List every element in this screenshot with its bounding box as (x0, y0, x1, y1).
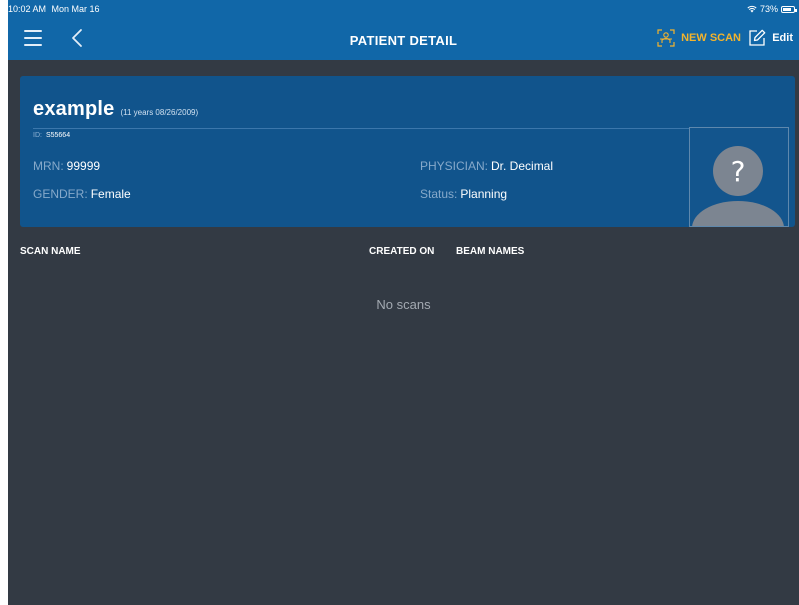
wifi-icon (747, 5, 757, 13)
gender-field: GENDER: Female (33, 187, 131, 201)
patient-id: ID: S55664 (33, 132, 70, 139)
patient-header: example (11 years 08/26/2009) (33, 98, 198, 121)
new-scan-label: NEW SCAN (681, 32, 741, 44)
new-scan-button[interactable]: NEW SCAN (657, 29, 741, 47)
gender-label: GENDER: (33, 187, 88, 201)
status-datetime: 10:02 AM Mon Mar 16 (8, 4, 100, 14)
status-label: Status: (420, 187, 458, 201)
patient-age-dob: (11 years 08/26/2009) (120, 108, 199, 117)
physician-label: PHYSICIAN: (420, 159, 489, 173)
mrn-label: MRN: (33, 159, 64, 173)
status-indicators: 73% (747, 4, 797, 14)
menu-icon (24, 30, 42, 32)
patient-avatar[interactable]: ? (689, 127, 789, 227)
empty-scans-message: No scans (376, 297, 431, 312)
gender-value: Female (90, 187, 131, 201)
edit-button[interactable]: Edit (748, 29, 793, 47)
scans-table-header: SCAN NAME CREATED ON BEAM NAMES (8, 246, 799, 260)
patient-id-value: S55664 (45, 132, 71, 139)
edit-label: Edit (772, 32, 793, 44)
avatar-question-mark: ? (731, 155, 746, 188)
edit-icon (749, 29, 766, 46)
patient-name: example (33, 98, 115, 120)
status-value: Planning (460, 187, 508, 201)
mrn-field: MRN: 99999 (33, 159, 100, 173)
scan-icon (657, 29, 675, 47)
status-date: Mon Mar 16 (51, 4, 100, 14)
avatar-placeholder-icon: ? (692, 146, 784, 226)
column-beam-names[interactable]: BEAM NAMES (456, 246, 524, 257)
nav-bar: PATIENT DETAIL NEW SCAN Edit (8, 18, 799, 60)
column-scan-name[interactable]: SCAN NAME (20, 246, 81, 257)
app-window: 10:02 AM Mon Mar 16 73% PATIENT DETAIL N… (8, 0, 799, 605)
patient-card: example (11 years 08/26/2009) ID: S55664 … (20, 76, 795, 227)
physician-value: Dr. Decimal (491, 159, 554, 173)
status-field: Status: Planning (420, 187, 507, 201)
patient-id-label: ID: (33, 132, 42, 139)
card-divider (33, 128, 699, 129)
column-created-on[interactable]: CREATED ON (369, 246, 434, 257)
physician-field: PHYSICIAN: Dr. Decimal (420, 159, 553, 173)
mrn-value: 99999 (66, 159, 101, 173)
status-time: 10:02 AM (8, 4, 47, 14)
status-bar: 10:02 AM Mon Mar 16 73% (8, 0, 799, 18)
battery-icon (781, 5, 797, 13)
battery-percent: 73% (759, 4, 778, 14)
